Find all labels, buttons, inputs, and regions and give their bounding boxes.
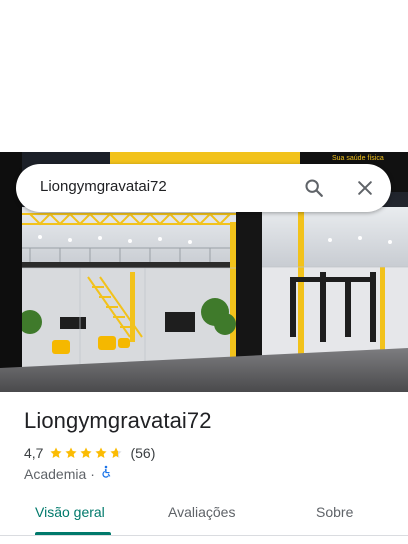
search-icon[interactable] xyxy=(298,172,330,204)
tab-about[interactable]: Sobre xyxy=(316,504,353,520)
star-icon xyxy=(110,447,123,458)
close-icon[interactable] xyxy=(349,172,381,204)
star-icon xyxy=(80,447,93,458)
star-icon xyxy=(50,447,63,458)
separator-dot: · xyxy=(90,465,95,482)
category-row: Academia · xyxy=(24,465,113,482)
tabs-divider xyxy=(0,535,408,536)
star-rating xyxy=(49,446,124,460)
rating-row[interactable]: 4,7 (56) xyxy=(24,444,155,462)
wheelchair-icon xyxy=(99,465,113,482)
place-title: Liongymgravatai72 xyxy=(24,408,212,433)
tab-overview[interactable]: Visão geral xyxy=(35,504,105,520)
star-icon xyxy=(65,447,78,458)
review-count[interactable]: (56) xyxy=(130,445,155,461)
search-input[interactable]: Liongymgravatai72 xyxy=(40,178,167,195)
star-icon xyxy=(95,447,108,458)
search-bar[interactable]: Liongymgravatai72 xyxy=(16,164,391,212)
facade-sign-text: Sua saúde física xyxy=(332,155,384,162)
category-label: Academia xyxy=(24,465,87,482)
tab-reviews[interactable]: Avaliações xyxy=(168,504,235,520)
rating-value: 4,7 xyxy=(24,445,44,461)
place-tabs: Visão geral Avaliações Sobre xyxy=(0,496,408,535)
